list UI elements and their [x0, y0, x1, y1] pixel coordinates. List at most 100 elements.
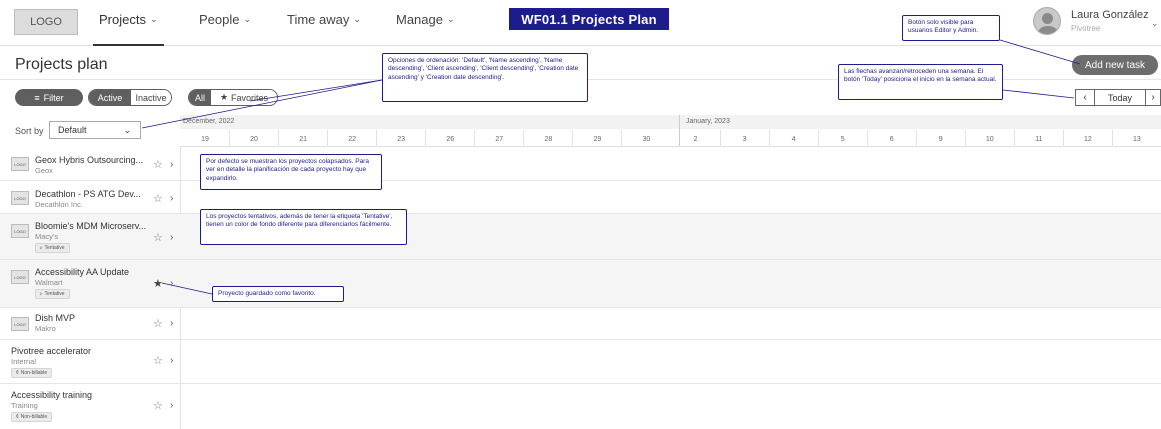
star-outline-icon[interactable]: ☆: [153, 399, 163, 412]
timeline-day-label: 19: [201, 136, 209, 143]
project-name[interactable]: Pivotree accelerator: [11, 346, 91, 356]
add-new-task-button[interactable]: Add new task: [1072, 55, 1158, 75]
star-outline-icon[interactable]: ☆: [153, 192, 163, 205]
next-week-button[interactable]: ›: [1145, 89, 1161, 106]
chevron-right-icon: ›: [1151, 92, 1155, 103]
timeline-month: December, 2022: [183, 118, 235, 125]
timeline-day-label: 26: [446, 136, 455, 143]
expand-chevron-icon[interactable]: ›: [170, 232, 173, 243]
project-client: Training: [11, 401, 38, 410]
timeline-day-separator: [915, 130, 917, 147]
toggle-favorites[interactable]: ★ Favorites: [211, 90, 277, 105]
timeline-day-label: 4: [791, 136, 796, 143]
expand-chevron-icon[interactable]: ›: [170, 278, 173, 289]
chevron-down-icon: ⌄: [123, 125, 131, 135]
star-outline-icon[interactable]: ☆: [153, 317, 163, 330]
annotation-sort-options: Opciones de ordenación: 'Default', 'Name…: [382, 53, 588, 102]
star-filled-icon[interactable]: ★: [153, 277, 163, 290]
expand-chevron-icon[interactable]: ›: [170, 400, 173, 411]
timeline-day-separator: [964, 130, 966, 147]
nav-manage-label: Manage: [396, 12, 443, 27]
timeline-day-separator: [1013, 130, 1015, 147]
nav-projects[interactable]: Projects ⌄: [99, 12, 158, 27]
project-row[interactable]: LOGO Decathlon - PS ATG Dev... Decathlon…: [0, 181, 1161, 214]
filter-icon: ≡: [34, 92, 40, 103]
timeline-day-separator: [1111, 130, 1113, 147]
nav-manage[interactable]: Manage ⌄: [396, 12, 455, 27]
annotation-tentative-projects: Los proyectos tentativos, además de tene…: [200, 209, 407, 245]
nav-time-away[interactable]: Time away ⌄: [287, 12, 361, 27]
timeline-day-separator: [768, 130, 770, 147]
chevron-down-icon: ⌄: [243, 14, 252, 24]
project-name[interactable]: Accessibility AA Update: [35, 267, 129, 277]
project-row-tentative[interactable]: LOGO Accessibility AA Update Walmart ▹ Te…: [0, 260, 1161, 308]
project-name[interactable]: Decathlon - PS ATG Dev...: [35, 189, 141, 199]
star-outline-icon[interactable]: ☆: [153, 158, 163, 171]
user-menu-chevron-icon[interactable]: ⌄: [1151, 18, 1159, 29]
chevron-down-icon: ⌄: [353, 14, 361, 24]
toggle-active[interactable]: Active: [89, 90, 131, 105]
project-name[interactable]: Bloomie's MDM Microserv...: [35, 221, 146, 231]
timeline-day-label: 13: [1133, 136, 1141, 143]
filter-button[interactable]: ≡ Filter: [15, 89, 83, 106]
expand-chevron-icon[interactable]: ›: [170, 318, 173, 329]
timeline-day-label: 2: [693, 136, 698, 143]
client-logo: LOGO: [11, 270, 29, 284]
user-org: Pivotree: [1071, 24, 1101, 33]
project-client: Decathlon Inc.: [35, 200, 83, 209]
tag-icon: ▹: [40, 245, 43, 251]
connector-line: [1002, 89, 1075, 99]
project-name[interactable]: Geox Hybris Outsourcing...: [35, 155, 143, 165]
project-name[interactable]: Dish MVP: [35, 313, 75, 323]
previous-week-button[interactable]: ‹: [1075, 89, 1095, 106]
annotation-favorite-project: Proyecto guardado como favorito.: [212, 286, 344, 302]
toggle-all[interactable]: All: [189, 90, 211, 105]
sort-value: Default: [58, 125, 87, 135]
timeline-day-separator: [817, 130, 819, 147]
timeline-day-label: 9: [938, 136, 943, 143]
sort-select[interactable]: Default ⌄: [49, 121, 141, 139]
non-billable-badge: ¢ Non-billable: [11, 412, 53, 422]
tag-label: Non-billable: [20, 370, 48, 376]
timeline-month-row: [180, 115, 1161, 129]
expand-chevron-icon[interactable]: ›: [170, 193, 173, 204]
project-row[interactable]: LOGO Geox Hybris Outsourcing... Geox ☆ ›: [0, 147, 1161, 181]
project-name[interactable]: Accessibility training: [11, 390, 92, 400]
expand-chevron-icon[interactable]: ›: [170, 355, 173, 366]
star-outline-icon[interactable]: ☆: [153, 354, 163, 367]
project-client: Internal: [11, 357, 37, 366]
app-logo[interactable]: LOGO: [14, 9, 78, 35]
project-client: Walmart: [35, 278, 63, 287]
filter-label: Filter: [43, 92, 64, 103]
tentative-badge: ▹ Tentative: [35, 289, 70, 299]
user-name[interactable]: Laura González: [1071, 9, 1149, 21]
nav-people-label: People: [199, 12, 240, 27]
timeline-day-label: 27: [495, 136, 504, 143]
timeline-day-label: 5: [840, 136, 845, 143]
client-logo: LOGO: [11, 157, 29, 171]
active-nav-indicator: [93, 44, 164, 46]
project-row[interactable]: Accessibility training Training ¢ Non-bil…: [0, 384, 1161, 429]
user-avatar[interactable]: [1033, 7, 1061, 35]
today-button[interactable]: Today: [1095, 89, 1145, 106]
project-row[interactable]: LOGO Dish MVP Makro ☆ ›: [0, 308, 1161, 340]
annotation-add-task: Botón solo visible para usuarios Editor …: [902, 15, 1000, 41]
toggle-inactive[interactable]: Inactive: [131, 90, 171, 105]
chevron-down-icon: ⌄: [149, 14, 158, 24]
star-outline-icon[interactable]: ☆: [153, 231, 163, 244]
chevron-left-icon: ‹: [1083, 92, 1087, 103]
timeline-day-separator: [572, 130, 574, 147]
timeline-day-separator: [425, 130, 427, 147]
project-row-tentative[interactable]: LOGO Bloomie's MDM Microserv... Macy's ▹…: [0, 214, 1161, 260]
timeline-day-separator: [229, 130, 231, 147]
timeline-day-label: 21: [299, 136, 307, 143]
project-client: Geox: [35, 166, 53, 175]
timeline-day-label: 12: [1083, 136, 1092, 143]
nav-people[interactable]: People ⌄: [199, 12, 251, 27]
star-icon: ★: [219, 92, 229, 102]
wireframe-id-badge: WF01.1 Projects Plan: [509, 8, 669, 30]
tag-label: Non-billable: [20, 414, 48, 420]
project-row[interactable]: Pivotree accelerator Internal ¢ Non-billa…: [0, 340, 1161, 384]
expand-chevron-icon[interactable]: ›: [170, 159, 173, 170]
status-toggle: Active Inactive: [88, 89, 172, 106]
